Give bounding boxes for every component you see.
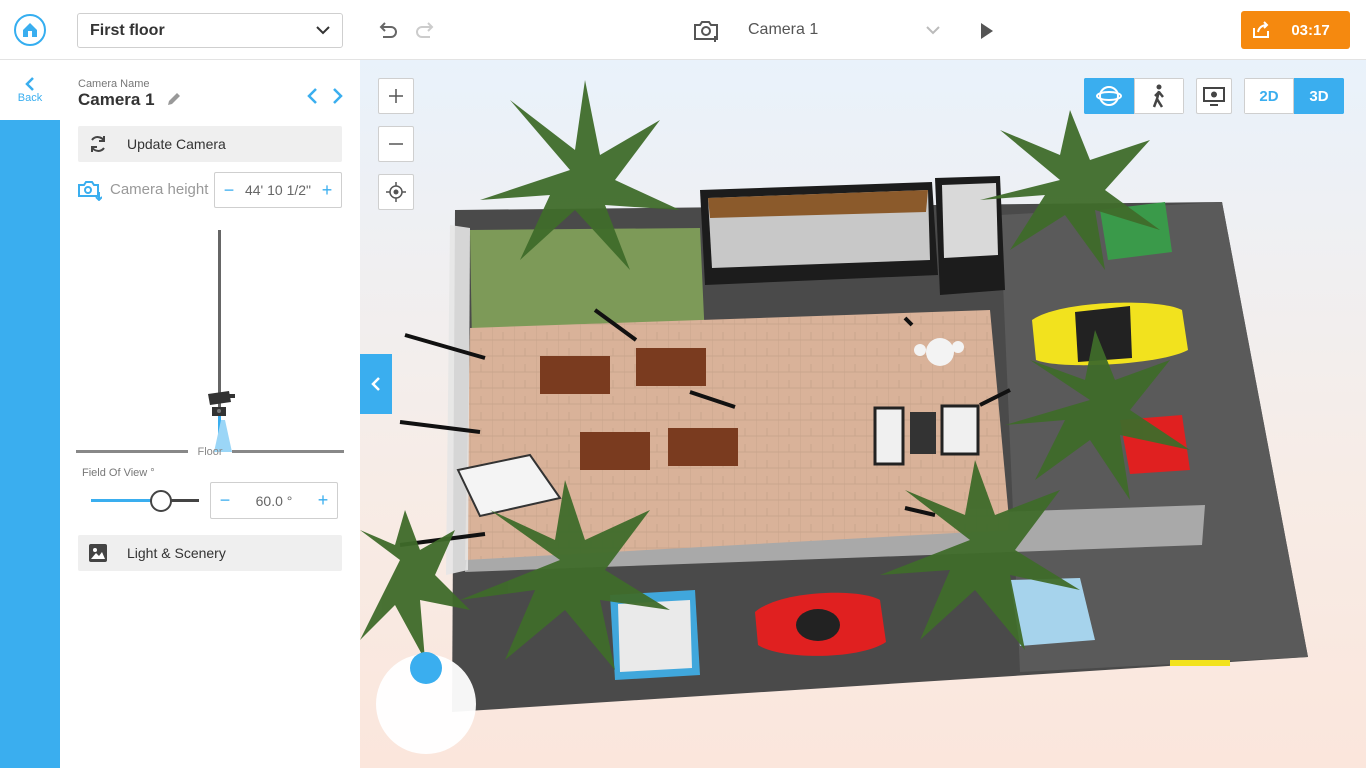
camera-panel: Camera Name Camera 1 Update Camera Camer… [60,60,360,768]
fov-decrement-button[interactable]: − [211,490,239,511]
fov-value[interactable]: 60.0 ° [256,493,293,509]
recenter-button[interactable] [378,174,414,210]
fov-label: Field Of View ° [82,467,155,479]
timer-label: 03:17 [1291,21,1330,39]
height-increment-button[interactable]: + [313,180,341,201]
floor-label: Floor [197,446,223,458]
camera-height-icon [78,179,102,201]
camera-name[interactable]: Camera 1 [78,90,155,110]
zoom-in-button[interactable] [378,78,414,114]
chevron-left-icon [25,77,34,91]
camera-selector[interactable]: Camera 1 [736,14,950,46]
view-2d-button[interactable]: 2D [1244,78,1294,114]
update-camera-button[interactable]: Update Camera [78,126,342,162]
dimension-toggle: 2D 3D [1244,78,1344,114]
plus-icon [389,89,403,103]
camera-selector-value: Camera 1 [748,21,819,38]
floor-plan-3d-render [360,80,1308,712]
navigation-mode-toggle [1084,78,1184,114]
chevron-down-icon [316,26,330,35]
collapse-panel-button[interactable] [360,354,392,414]
walking-person-icon [1152,84,1164,108]
presentation-button[interactable] [1196,78,1232,114]
export-timer-button[interactable]: 03:17 [1241,11,1350,49]
play-icon [981,23,993,39]
chevron-left-icon [371,377,380,391]
floor-selector[interactable]: First floor [77,13,343,48]
app-logo[interactable] [14,14,46,46]
update-camera-label: Update Camera [127,136,226,152]
back-button[interactable]: Back [0,60,60,120]
security-camera-icon [208,391,235,416]
next-camera-button[interactable] [330,87,344,105]
undo-button[interactable] [374,18,400,44]
zoom-out-button[interactable] [378,126,414,162]
redo-icon [416,22,434,38]
floor-line [76,450,188,453]
play-button[interactable] [973,18,999,44]
monitor-settings-icon [1203,87,1225,106]
light-scenery-label: Light & Scenery [127,545,226,561]
camera-height-row: Camera height − 44' 10 1/2" + [78,172,342,208]
light-scenery-button[interactable]: Light & Scenery [78,535,342,571]
floor-selector-value: First floor [90,21,165,39]
3d-viewport[interactable]: 2D 3D [360,60,1366,768]
fov-increment-button[interactable]: + [309,490,337,511]
camera-height-label: Camera height [110,181,209,198]
top-bar: First floor Camera 1 03:17 [0,0,1366,60]
orbit-icon [1096,86,1122,106]
minus-icon [389,143,403,145]
camera-height-handle[interactable] [205,388,241,422]
image-icon [89,544,107,562]
undo-icon [379,22,397,38]
camera-name-label: Camera Name [78,78,150,90]
edit-pencil-icon[interactable] [166,91,182,107]
redo-button[interactable] [413,18,439,44]
crosshair-icon [386,182,406,202]
previous-camera-button[interactable] [306,87,320,105]
back-label: Back [17,92,43,104]
camera-height-stepper: − 44' 10 1/2" + [214,172,342,208]
chevron-right-icon [333,88,343,104]
refresh-icon [91,136,105,152]
height-decrement-button[interactable]: − [215,180,243,201]
view-3d-button[interactable]: 3D [1294,78,1344,114]
chevron-left-icon [307,88,317,104]
camera-height-value[interactable]: 44' 10 1/2" [245,182,311,198]
joystick-knob[interactable] [410,652,442,684]
house-logo-icon [23,23,37,37]
fov-stepper: − 60.0 ° + [210,482,338,519]
add-camera-icon[interactable] [692,16,720,44]
chevron-down-icon [926,25,940,34]
walk-mode-button[interactable] [1134,78,1184,114]
fov-slider-thumb[interactable] [150,490,172,512]
floor-line [232,450,344,453]
share-icon [1253,21,1269,38]
left-rail [0,60,60,768]
orbit-mode-button[interactable] [1084,78,1134,114]
